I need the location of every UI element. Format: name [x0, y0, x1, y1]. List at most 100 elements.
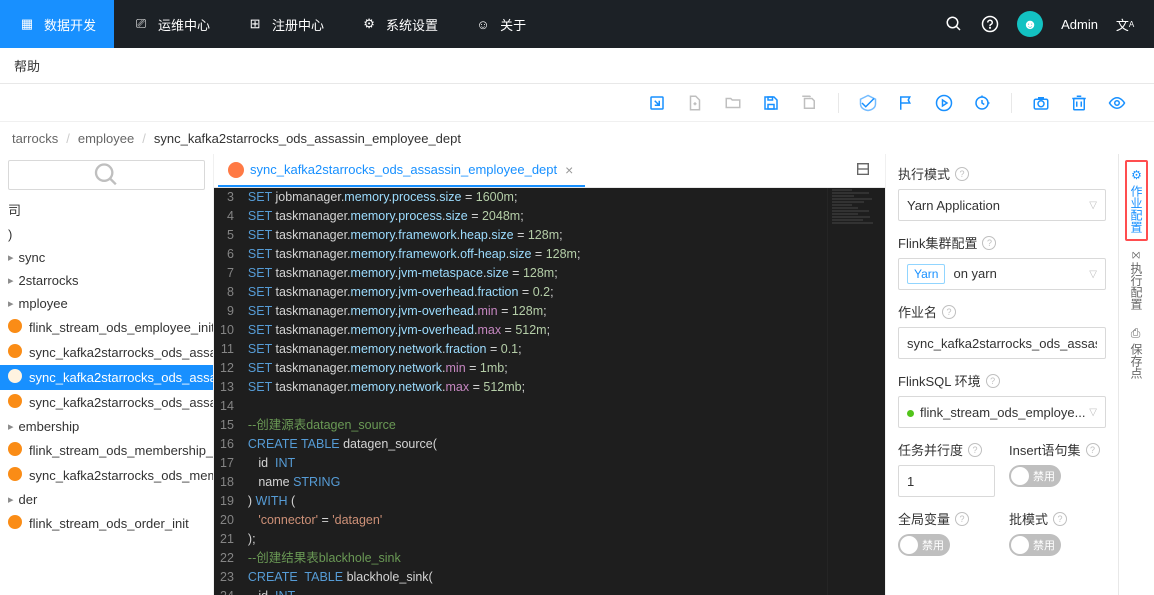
rail-tab-job-config[interactable]: ⚙ 作业配置 [1125, 160, 1148, 241]
chevron-down-icon: ▽ [1089, 407, 1097, 418]
nav-ops[interactable]: ⎚ 运维中心 [114, 0, 228, 48]
tree-folder-item[interactable]: ▸embership [0, 415, 213, 438]
separator [1011, 93, 1012, 113]
sub-bar: 帮助 [0, 48, 1154, 84]
nav-right: ☻ Admin 文A [945, 11, 1154, 37]
sidebar: 司) ▸sync ▸ 2starrocks ▸mployee flink_stream_o… [0, 154, 214, 595]
help-icon[interactable]: ? [1053, 512, 1067, 526]
tree-folder-item[interactable]: ▸der [0, 488, 213, 511]
chevron-right-icon: ▸ [8, 274, 14, 287]
nav-data-dev[interactable]: ▦ 数据开发 [0, 0, 114, 48]
tree-folder-item[interactable]: 司 [0, 196, 213, 223]
select-value: flink_stream_ods_employe... [920, 405, 1085, 420]
job-icon [8, 515, 24, 532]
rail-label: 作业配置 [1128, 185, 1145, 233]
toggle-label: 禁用 [1033, 468, 1055, 484]
breadcrumb-sep: / [142, 131, 146, 146]
exec-mode-select[interactable]: Yarn Application▽ [898, 189, 1106, 221]
global-toggle[interactable]: 禁用 [898, 534, 950, 556]
nav-settings[interactable]: ⚙ 系统设置 [342, 0, 456, 48]
flag-icon[interactable] [897, 94, 915, 112]
config-panel: 执行模式? Yarn Application▽ Flink集群配置? Yarno… [886, 154, 1118, 595]
nav-label: 关于 [500, 15, 526, 34]
select-value: Yarn Application [907, 198, 1000, 213]
label: 全局变量 [898, 509, 950, 528]
help-menu[interactable]: 帮助 [14, 56, 40, 75]
tree-folder-item[interactable]: ▸ 2starrocks [0, 269, 213, 292]
tree-job-item[interactable]: flink_stream_ods_employee_init [0, 315, 213, 340]
search-row [0, 154, 213, 196]
env-select[interactable]: flink_stream_ods_employe... ▽ [898, 396, 1106, 428]
label: 作业名 [898, 302, 937, 321]
editor-code[interactable]: SET jobmanager.memory.process.size = 160… [248, 188, 827, 595]
parallel-input[interactable] [898, 465, 995, 497]
cluster-select[interactable]: Yarnon yarn▽ [898, 258, 1106, 290]
search-input[interactable] [8, 160, 205, 190]
label: 批模式 [1009, 509, 1048, 528]
tree-item-label: ) [8, 227, 12, 242]
panel-toggle-icon[interactable] [855, 161, 881, 180]
help-icon[interactable]: ? [968, 443, 982, 457]
run-icon[interactable] [935, 94, 953, 112]
select-value: on yarn [953, 266, 996, 281]
tree-folder-item[interactable]: ▸sync [0, 246, 213, 269]
help-icon[interactable]: ? [1086, 443, 1100, 457]
right-rail: ⚙ 作业配置 ⧖执行配置 ⎙保存点 [1118, 154, 1154, 595]
rail-label: 保存点 [1128, 343, 1145, 379]
code-editor[interactable]: 3456789101112131415161718192021222324 SE… [214, 188, 885, 595]
label: Insert语句集 [1009, 440, 1081, 459]
user-name[interactable]: Admin [1061, 17, 1098, 32]
help-icon[interactable] [981, 15, 999, 33]
new-file-icon[interactable] [686, 94, 704, 112]
tree-item-label: mployee [19, 296, 68, 311]
search-icon[interactable] [945, 15, 963, 33]
help-icon[interactable]: ? [955, 512, 969, 526]
tree[interactable]: 司) ▸sync ▸ 2starrocks ▸mployee flink_stream_o… [0, 196, 213, 595]
tree-item-label: 2starrocks [19, 273, 79, 288]
help-icon[interactable]: ? [955, 167, 969, 181]
nav-label: 注册中心 [272, 15, 324, 34]
delete-icon[interactable] [1070, 94, 1088, 112]
field-exec-mode: 执行模式? Yarn Application▽ [898, 164, 1106, 221]
breadcrumb-segment[interactable]: tarrocks [12, 131, 58, 146]
save-all-icon[interactable] [800, 94, 818, 112]
tree-job-item[interactable]: flink_stream_ods_order_init [0, 511, 213, 536]
tree-job-item[interactable]: sync_kafka2starrocks_ods_assass [0, 340, 213, 365]
folder-icon[interactable] [724, 94, 742, 112]
tree-job-item[interactable]: sync_kafka2starrocks_ods_assass [0, 365, 213, 390]
search-icon [17, 161, 196, 189]
gear-icon: ⚙ [1130, 168, 1144, 182]
tree-folder-item[interactable]: ) [0, 223, 213, 246]
avatar[interactable]: ☻ [1017, 11, 1043, 37]
batch-toggle[interactable]: 禁用 [1009, 534, 1061, 556]
tree-job-item[interactable]: sync_kafka2starrocks_ods_assass [0, 390, 213, 415]
jobname-input[interactable] [898, 327, 1106, 359]
nav-registry[interactable]: ⊞ 注册中心 [228, 0, 342, 48]
close-icon[interactable]: × [563, 162, 575, 178]
rail-tab-savepoint[interactable]: ⎙保存点 [1126, 320, 1147, 387]
tree-item-label: 司 [8, 200, 21, 219]
view-icon[interactable] [1108, 94, 1126, 112]
nav-about[interactable]: ☺ 关于 [456, 0, 544, 48]
insert-toggle[interactable]: 禁用 [1009, 465, 1061, 487]
editor-minimap[interactable] [827, 188, 885, 595]
language-icon[interactable]: 文A [1116, 15, 1134, 33]
status-dot-icon [907, 410, 914, 417]
field-env: FlinkSQL 环境? flink_stream_ods_employe...… [898, 371, 1106, 428]
help-icon[interactable]: ? [986, 374, 1000, 388]
tree-job-item[interactable]: sync_kafka2starrocks_ods_memb [0, 463, 213, 488]
schedule-icon[interactable] [973, 94, 991, 112]
save-icon[interactable] [762, 94, 780, 112]
export-icon[interactable] [648, 94, 666, 112]
editor-column: sync_kafka2starrocks_ods_assassin_employ… [214, 154, 886, 595]
editor-tab[interactable]: sync_kafka2starrocks_ods_assassin_employ… [218, 155, 585, 187]
breadcrumb-segment[interactable]: employee [78, 131, 134, 146]
help-icon[interactable]: ? [982, 236, 996, 250]
rail-tab-exec-config[interactable]: ⧖执行配置 [1126, 243, 1147, 318]
check-icon[interactable] [859, 94, 877, 112]
tree-folder-item[interactable]: ▸mployee [0, 292, 213, 315]
camera-icon[interactable] [1032, 94, 1050, 112]
tree-job-item[interactable]: flink_stream_ods_membership_ir [0, 438, 213, 463]
help-icon[interactable]: ? [942, 305, 956, 319]
tree-item-label: flink_stream_ods_employee_init [29, 320, 213, 335]
